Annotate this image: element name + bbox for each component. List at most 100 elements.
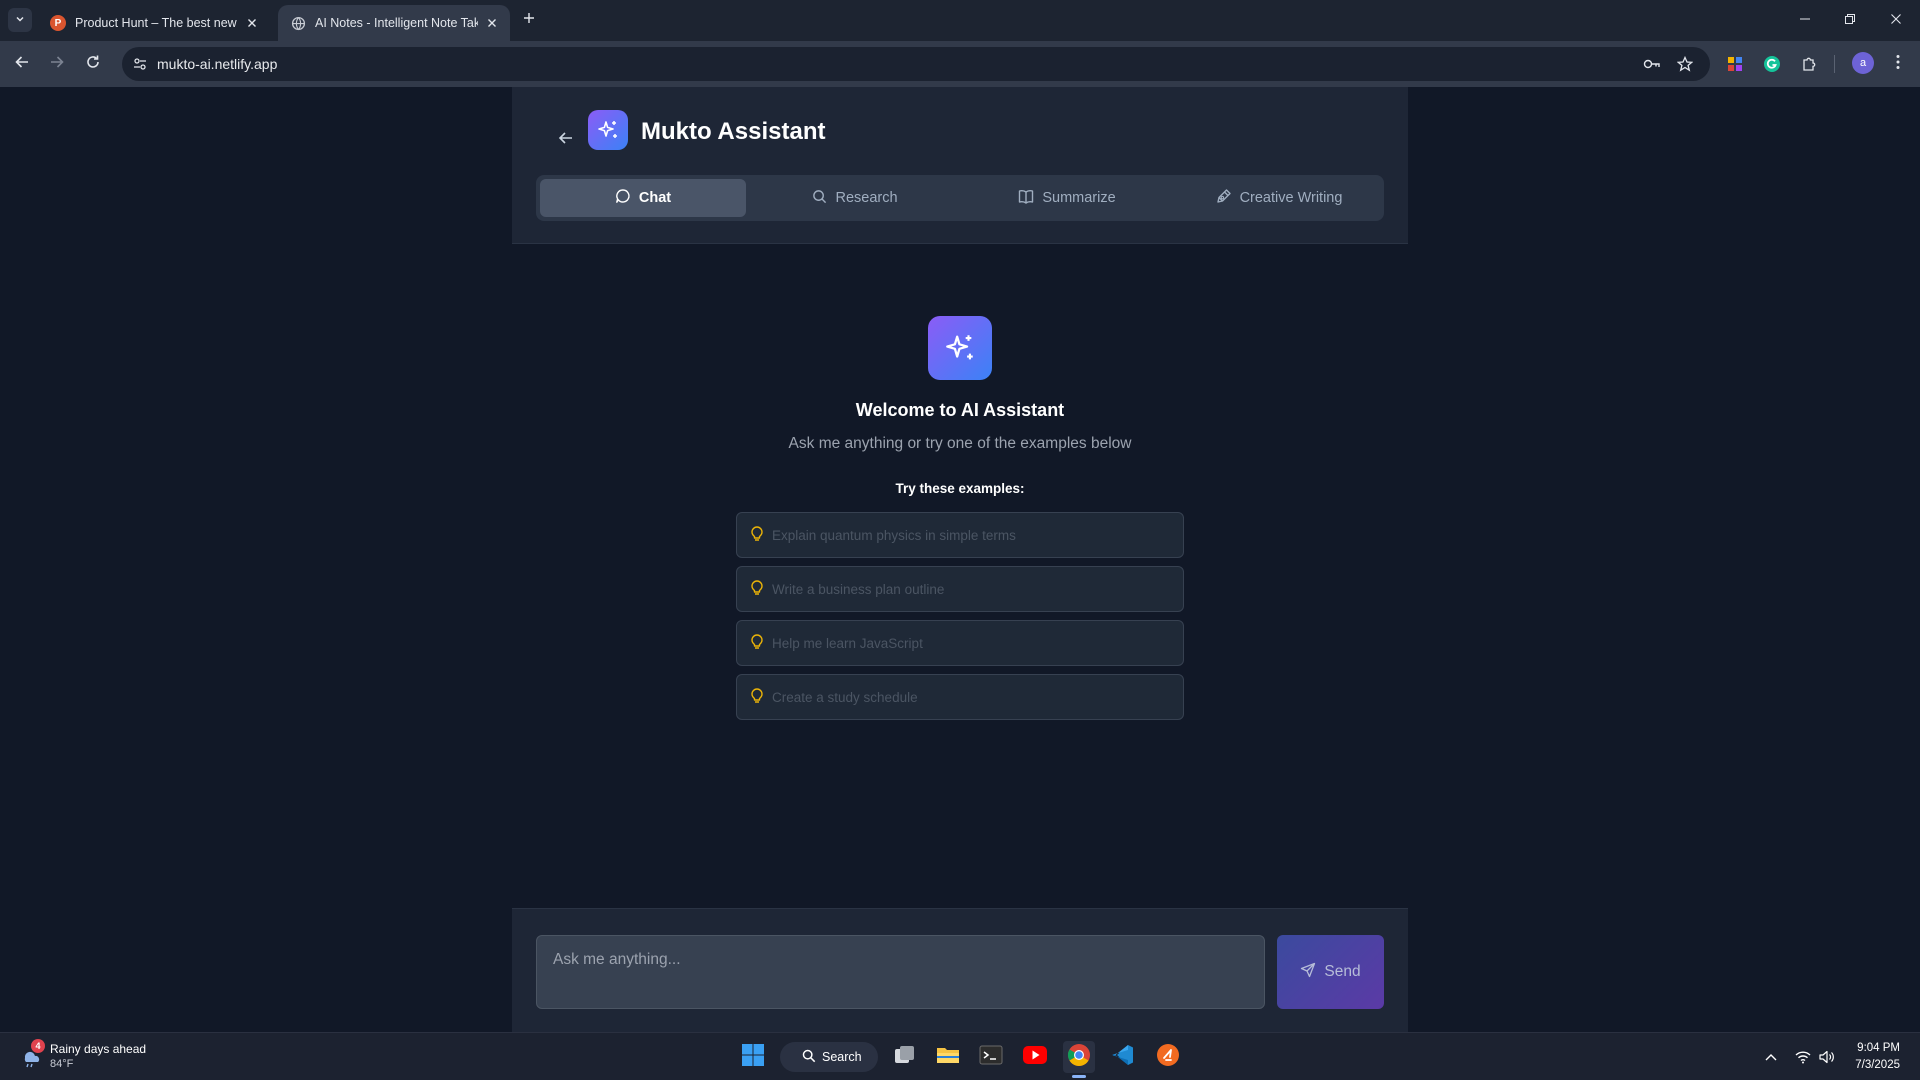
- send-icon: [1300, 962, 1324, 983]
- app-button[interactable]: [1152, 1041, 1184, 1073]
- reload-icon: [85, 54, 101, 75]
- youtube-button[interactable]: [1019, 1041, 1051, 1073]
- chevron-down-icon: [15, 11, 25, 29]
- back-button[interactable]: [10, 52, 34, 76]
- volume-icon[interactable]: [1817, 1047, 1837, 1067]
- restore-icon: [1845, 11, 1855, 29]
- forward-button[interactable]: [45, 52, 69, 76]
- web-page: Mukto Assistant Chat Research Summarize …: [0, 87, 1920, 1032]
- chrome-icon: [1067, 1043, 1091, 1072]
- lightbulb-icon: [750, 687, 772, 707]
- taskbar-search[interactable]: Search: [780, 1042, 878, 1072]
- message-input[interactable]: [536, 935, 1265, 1009]
- example-prompt-button[interactable]: Help me learn JavaScript: [736, 620, 1184, 666]
- extensions-puzzle-icon[interactable]: [1797, 52, 1821, 76]
- chrome-button[interactable]: [1063, 1041, 1095, 1073]
- vscode-icon: [1111, 1043, 1135, 1072]
- tab-chat[interactable]: Chat: [540, 179, 746, 217]
- app-back-button[interactable]: [542, 116, 590, 164]
- example-text: Explain quantum physics in simple terms: [772, 527, 1016, 543]
- task-view-icon: [894, 1045, 916, 1070]
- app-header: Mukto Assistant Chat Research Summarize …: [512, 87, 1408, 244]
- tab-research[interactable]: Research: [752, 179, 958, 217]
- send-label: Send: [1324, 963, 1361, 980]
- active-app-indicator: [1072, 1075, 1086, 1078]
- browser-tabstrip: P Product Hunt – The best new p AI Notes…: [0, 0, 1920, 41]
- weather-title[interactable]: Rainy days ahead: [50, 1042, 146, 1056]
- bookmark-star-icon[interactable]: [1675, 54, 1695, 74]
- example-prompt-button[interactable]: Create a study schedule: [736, 674, 1184, 720]
- tab-search-button[interactable]: [8, 8, 32, 32]
- tab-title: Product Hunt – The best new p: [75, 16, 238, 30]
- start-button[interactable]: [737, 1041, 769, 1073]
- chevron-up-icon[interactable]: [1761, 1047, 1781, 1067]
- weather-badge: 4: [31, 1039, 45, 1053]
- assistant-app: Mukto Assistant Chat Research Summarize …: [512, 87, 1408, 1032]
- search-label: Search: [822, 1050, 862, 1064]
- browser-toolbar: mukto-ai.netlify.app a: [0, 41, 1920, 87]
- search-icon: [802, 1049, 822, 1066]
- grammarly-icon[interactable]: [1760, 52, 1784, 76]
- browser-tab-product-hunt[interactable]: P Product Hunt – The best new p: [38, 5, 270, 41]
- pen-icon: [1216, 188, 1240, 208]
- plus-icon: [523, 11, 535, 29]
- minimize-icon: [1800, 11, 1810, 29]
- task-view-button[interactable]: [889, 1041, 921, 1073]
- mode-tabs: Chat Research Summarize Creative Writing: [536, 175, 1384, 221]
- tab-label: Creative Writing: [1239, 190, 1343, 206]
- terminal-icon: [979, 1045, 1003, 1070]
- clock-date[interactable]: 7/3/2025: [1855, 1059, 1900, 1071]
- browser-menu-button[interactable]: [1886, 52, 1910, 76]
- minimize-button[interactable]: [1795, 10, 1815, 30]
- new-tab-button[interactable]: [519, 10, 539, 30]
- message-composer: Send: [512, 908, 1408, 1032]
- search-icon: [812, 189, 835, 208]
- arrow-left-icon: [14, 54, 30, 75]
- tab-summarize[interactable]: Summarize: [964, 179, 1170, 217]
- lightbulb-icon: [750, 525, 772, 545]
- lightbulb-icon: [750, 633, 772, 653]
- file-explorer-icon: [936, 1045, 960, 1070]
- address-bar[interactable]: mukto-ai.netlify.app: [122, 47, 1710, 81]
- weather-temp: 84°F: [50, 1058, 74, 1070]
- example-prompt-button[interactable]: Write a business plan outline: [736, 566, 1184, 612]
- tab-label: Summarize: [1042, 190, 1116, 206]
- browser-tab-ai-notes[interactable]: AI Notes - Intelligent Note Taki: [278, 5, 510, 41]
- lightbulb-icon: [750, 579, 772, 599]
- tab-creative-writing[interactable]: Creative Writing: [1176, 179, 1382, 217]
- taskbar: 4 Rainy days ahead 84°F Search 9:04 PM 7…: [0, 1032, 1920, 1080]
- product-hunt-icon: P: [50, 15, 66, 31]
- arrow-right-icon: [49, 54, 65, 75]
- close-icon[interactable]: [244, 15, 260, 31]
- examples-heading: Try these examples:: [895, 481, 1025, 496]
- close-icon: [1891, 11, 1901, 29]
- globe-icon: [290, 15, 306, 31]
- password-key-icon[interactable]: [1642, 54, 1662, 74]
- tab-title: AI Notes - Intelligent Note Taki: [315, 16, 478, 30]
- sparkles-icon: [928, 316, 992, 380]
- chat-bubble-icon: [615, 188, 639, 208]
- reload-button[interactable]: [81, 52, 105, 76]
- vscode-button[interactable]: [1107, 1041, 1139, 1073]
- terminal-button[interactable]: [975, 1041, 1007, 1073]
- clock-time[interactable]: 9:04 PM: [1857, 1042, 1900, 1054]
- site-info-icon[interactable]: [130, 54, 150, 74]
- close-window-button[interactable]: [1886, 10, 1906, 30]
- toolbar-divider: [1834, 55, 1835, 73]
- arrow-left-icon: [557, 129, 575, 152]
- close-icon[interactable]: [484, 15, 500, 31]
- restore-button[interactable]: [1840, 10, 1860, 30]
- example-prompt-button[interactable]: Explain quantum physics in simple terms: [736, 512, 1184, 558]
- profile-avatar[interactable]: a: [1852, 52, 1874, 74]
- app-icon: [1156, 1043, 1180, 1072]
- tab-label: Research: [835, 190, 898, 206]
- wifi-icon[interactable]: [1793, 1047, 1813, 1067]
- welcome-title: Welcome to AI Assistant: [855, 400, 1065, 420]
- send-button[interactable]: Send: [1277, 935, 1384, 1009]
- file-explorer-button[interactable]: [932, 1041, 964, 1073]
- tab-label: Chat: [638, 190, 672, 206]
- sparkles-logo-icon: [588, 110, 628, 150]
- extension-colorful-icon[interactable]: [1723, 52, 1747, 76]
- kebab-menu-icon: [1896, 54, 1900, 75]
- url-text: mukto-ai.netlify.app: [157, 56, 278, 72]
